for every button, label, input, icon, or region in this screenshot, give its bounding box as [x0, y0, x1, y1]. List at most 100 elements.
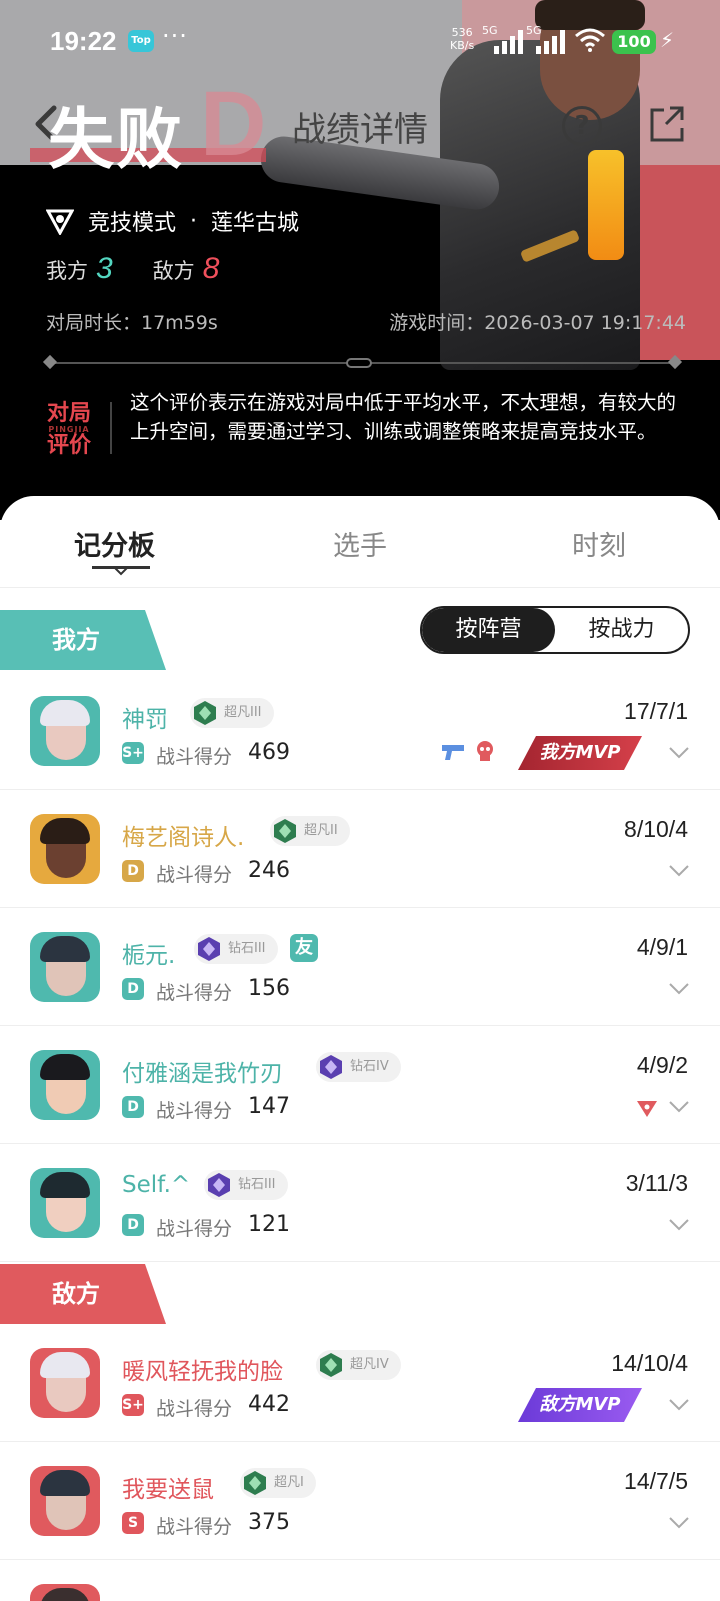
player-avatar: [30, 1466, 100, 1536]
player-name: Self.^: [122, 1172, 191, 1198]
player-name: 栀元.: [122, 943, 176, 969]
tab-moments[interactable]: 时刻: [572, 524, 626, 563]
enemy-score: 8: [202, 252, 220, 285]
more-notifications-icon: ···: [162, 22, 188, 50]
ally-team-banner: 我方: [0, 610, 166, 670]
share-icon[interactable]: [648, 104, 688, 144]
game-mode: 竞技模式: [88, 211, 177, 236]
player-name: 梅艺阁诗人.: [122, 825, 245, 851]
player-grade-badge: S: [122, 1512, 144, 1534]
chevron-down-icon[interactable]: [668, 982, 690, 996]
player-row[interactable]: Self.^ 钻石III D 战斗得分 121 3/11/3: [0, 1144, 720, 1262]
rank-badge: 钻石III: [204, 1170, 288, 1200]
player-avatar: [30, 814, 100, 884]
player-row[interactable]: 栀元. 钻石III 友 D 战斗得分 156 4/9/1: [0, 908, 720, 1026]
match-duration: 对局时长：17m59s: [46, 312, 218, 334]
combat-score: 156: [248, 976, 290, 1001]
enemy-mvp-badge: 敌方MVP: [518, 1388, 642, 1422]
player-row[interactable]: 暖风轻抚我的脸 超凡IV S+ 战斗得分 442 14/10/4 敌方MVP: [0, 1324, 720, 1442]
agent-collar: [588, 150, 624, 260]
rank-gem-icon: [208, 1173, 230, 1197]
match-time: 游戏时间：2026-03-07 19:17:44: [389, 312, 686, 334]
gun-icon: [442, 745, 464, 760]
rank-gem-icon: [274, 819, 296, 843]
evaluation-badge: 对局 PINGJIA 评价: [46, 401, 91, 458]
skull-icon: [477, 741, 493, 761]
player-name: 我要送鼠: [122, 1477, 214, 1503]
player-grade-badge: D: [122, 978, 144, 1000]
rank-badge: 超凡III: [190, 698, 274, 728]
rank-gem-icon: [244, 1471, 266, 1495]
combat-score: 375: [248, 1510, 290, 1535]
combat-score-label: 战斗得分: [156, 1398, 233, 1420]
combat-score-label: 战斗得分: [156, 864, 233, 886]
player-grade-badge: S+: [122, 742, 144, 764]
sort-toggle: 按阵营 按战力: [420, 606, 690, 654]
combat-score: 469: [248, 740, 290, 765]
chevron-down-icon[interactable]: [668, 1218, 690, 1232]
friend-tag: 友: [290, 934, 318, 962]
player-avatar: [30, 932, 100, 1002]
player-grade-badge: D: [122, 1096, 144, 1118]
rank-gem-icon: [320, 1353, 342, 1377]
chevron-down-icon[interactable]: [668, 1100, 690, 1114]
tab-scoreboard[interactable]: 记分板: [74, 524, 155, 563]
wifi-icon: [575, 28, 605, 52]
evaluation-divider: [110, 402, 112, 454]
player-row[interactable]: 神罚 超凡III S+ 战斗得分 469 17/7/1 我方MVP: [0, 672, 720, 790]
rank-gem-icon: [194, 701, 216, 725]
rank-badge: 超凡IV: [316, 1350, 401, 1380]
charging-icon: ⚡: [660, 28, 675, 52]
chevron-down-icon[interactable]: [668, 1398, 690, 1412]
mode-map-row: 竞技模式 · 莲华古城: [46, 205, 299, 237]
player-grade-badge: D: [122, 860, 144, 882]
chevron-down-icon[interactable]: [668, 864, 690, 878]
evaluation-text: 这个评价表示在游戏对局中低于平均水平，不太理想，有较大的上升空间，需要通过学习、…: [130, 391, 677, 443]
player-name: 神罚: [122, 707, 168, 733]
player-row-partial[interactable]: [0, 1560, 720, 1601]
chevron-down-icon[interactable]: [668, 746, 690, 760]
combat-score: 442: [248, 1392, 290, 1417]
player-kda: 17/7/1: [624, 698, 688, 724]
player-avatar: [30, 1050, 100, 1120]
combat-score: 121: [248, 1212, 290, 1237]
rank-gem-icon: [320, 1055, 342, 1079]
ally-score: 3: [96, 252, 113, 285]
ally-score-label: 我方: [46, 259, 88, 283]
net-speed: 536 KB/s: [450, 26, 475, 52]
mode-separator: ·: [190, 208, 198, 234]
tab-indicator-chevron-icon: [113, 566, 129, 576]
combat-score-label: 战斗得分: [156, 1218, 233, 1240]
player-avatar: [30, 1584, 100, 1601]
player-name: 付雅涵是我竹刃: [122, 1061, 283, 1087]
tab-bar: 记分板 选手 时刻: [0, 496, 720, 588]
match-grade: D: [200, 73, 267, 175]
rank-badge: 钻石III: [194, 934, 278, 964]
rank-badge: 超凡I: [240, 1468, 316, 1498]
player-kda: 14/7/5: [624, 1468, 688, 1494]
player-kda: 4/9/2: [636, 1052, 688, 1078]
player-row[interactable]: 我要送鼠 超凡I S 战斗得分 375 14/7/5: [0, 1442, 720, 1560]
player-avatar: [30, 1168, 100, 1238]
chevron-down-icon[interactable]: [668, 1516, 690, 1530]
sort-by-power-button[interactable]: 按战力: [555, 608, 688, 652]
rank-gem-icon: [198, 937, 220, 961]
battery-icon: 100: [612, 30, 656, 54]
enemy-team-banner: 敌方: [0, 1264, 166, 1324]
mode-icon: [46, 209, 74, 235]
combat-score-label: 战斗得分: [156, 746, 233, 768]
player-kda: 4/9/1: [636, 934, 688, 960]
triangle-icon: [637, 1101, 657, 1117]
signal-icon-2: 5G: [526, 24, 574, 54]
ally-mvp-badge: 我方MVP: [518, 736, 642, 770]
player-kda: 3/11/3: [625, 1170, 688, 1196]
divider-dot: [42, 354, 58, 370]
tab-players[interactable]: 选手: [333, 524, 387, 563]
player-row[interactable]: 付雅涵是我竹刃 钻石IV D 战斗得分 147 4/9/2: [0, 1026, 720, 1144]
help-icon[interactable]: ?: [562, 106, 602, 146]
status-time: 19:22: [50, 26, 117, 56]
combat-score: 246: [248, 858, 290, 883]
player-row[interactable]: 梅艺阁诗人. 超凡II D 战斗得分 246 8/10/4: [0, 790, 720, 908]
sort-by-side-button[interactable]: 按阵营: [422, 608, 555, 652]
player-name: 暖风轻抚我的脸: [122, 1359, 283, 1385]
